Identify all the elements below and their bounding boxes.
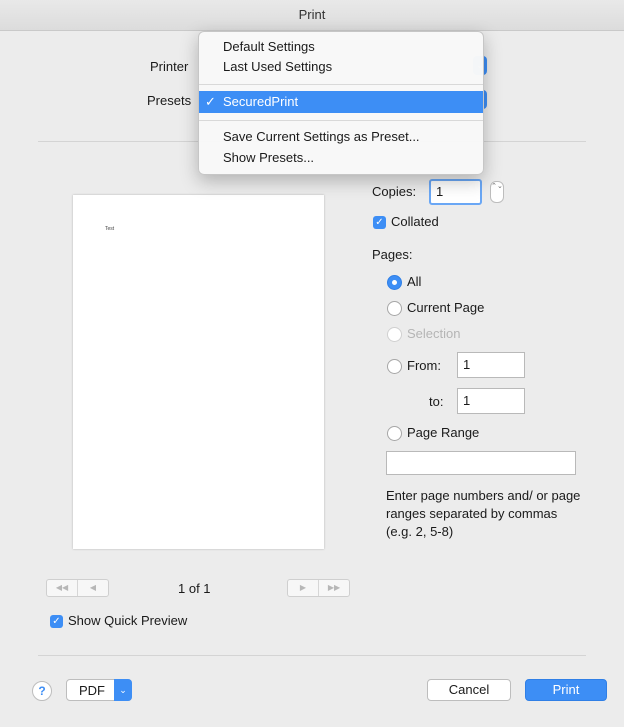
preview-nav-back-group: ◀◀ ◀ (46, 579, 109, 597)
pages-current-radio[interactable] (387, 301, 402, 316)
print-button[interactable]: Print (525, 679, 607, 701)
page-preview: Test (73, 195, 324, 549)
menu-item-default-settings[interactable]: Default Settings (223, 39, 315, 54)
menu-item-save-preset[interactable]: Save Current Settings as Preset... (223, 129, 420, 144)
pages-from-input[interactable]: 1 (457, 352, 525, 378)
previous-page-icon[interactable]: ◀ (77, 580, 108, 596)
presets-label: Presets (147, 93, 192, 108)
preview-nav-forward-group: ▶ ▶▶ (287, 579, 350, 597)
show-quick-preview-checkbox[interactable]: ✓ (50, 615, 63, 628)
collated-checkbox[interactable]: ✓ (373, 216, 386, 229)
printer-label: Printer (150, 59, 189, 74)
help-button[interactable]: ? (32, 681, 52, 701)
last-page-icon[interactable]: ▶▶ (318, 580, 349, 596)
copies-label: Copies: (372, 184, 417, 199)
pdf-label: PDF (79, 683, 105, 698)
bottom-divider (38, 655, 586, 656)
menu-item-securedprint-label: SecuredPrint (223, 94, 299, 109)
pages-range-radio[interactable] (387, 426, 402, 441)
next-page-icon[interactable]: ▶ (288, 580, 318, 596)
pages-all-radio[interactable] (387, 275, 402, 290)
menu-item-show-presets[interactable]: Show Presets... (223, 150, 314, 165)
pages-to-input[interactable]: 1 (457, 388, 525, 414)
copies-stepper-icon[interactable]: ⌃⌄ (490, 181, 504, 203)
pages-to-label: to: (429, 394, 444, 409)
checkmark-icon: ✓ (205, 94, 216, 109)
menu-item-securedprint[interactable]: ✓ SecuredPrint (199, 91, 483, 113)
pages-from-label: From: (407, 358, 441, 373)
copies-input[interactable]: 1 (429, 179, 482, 205)
window-title: Print (0, 0, 624, 31)
pages-from-radio[interactable] (387, 359, 402, 374)
show-quick-preview-label: Show Quick Preview (68, 613, 188, 628)
page-range-help-text: Enter page numbers and/ or page ranges s… (386, 488, 581, 539)
menu-separator (199, 84, 483, 85)
collated-label: Collated (391, 214, 439, 229)
pages-selection-label: Selection (407, 326, 461, 341)
page-range-input[interactable] (386, 451, 576, 475)
first-page-icon[interactable]: ◀◀ (47, 580, 77, 596)
pages-all-label: All (407, 274, 422, 289)
pages-selection-radio (387, 327, 402, 342)
cancel-button[interactable]: Cancel (427, 679, 511, 701)
presets-dropdown-menu: Default Settings Last Used Settings ✓ Se… (198, 31, 484, 175)
pages-range-label: Page Range (407, 425, 480, 440)
pages-label: Pages: (372, 247, 413, 262)
pdf-menu-button[interactable]: PDF ⌄ (66, 679, 132, 701)
chevron-down-icon: ⌄ (114, 679, 132, 701)
menu-separator (199, 120, 483, 121)
preview-page-text: Test (105, 226, 116, 232)
page-indicator: 1 of 1 (178, 581, 211, 596)
pages-current-label: Current Page (407, 300, 485, 315)
menu-item-last-used-settings[interactable]: Last Used Settings (223, 59, 332, 74)
